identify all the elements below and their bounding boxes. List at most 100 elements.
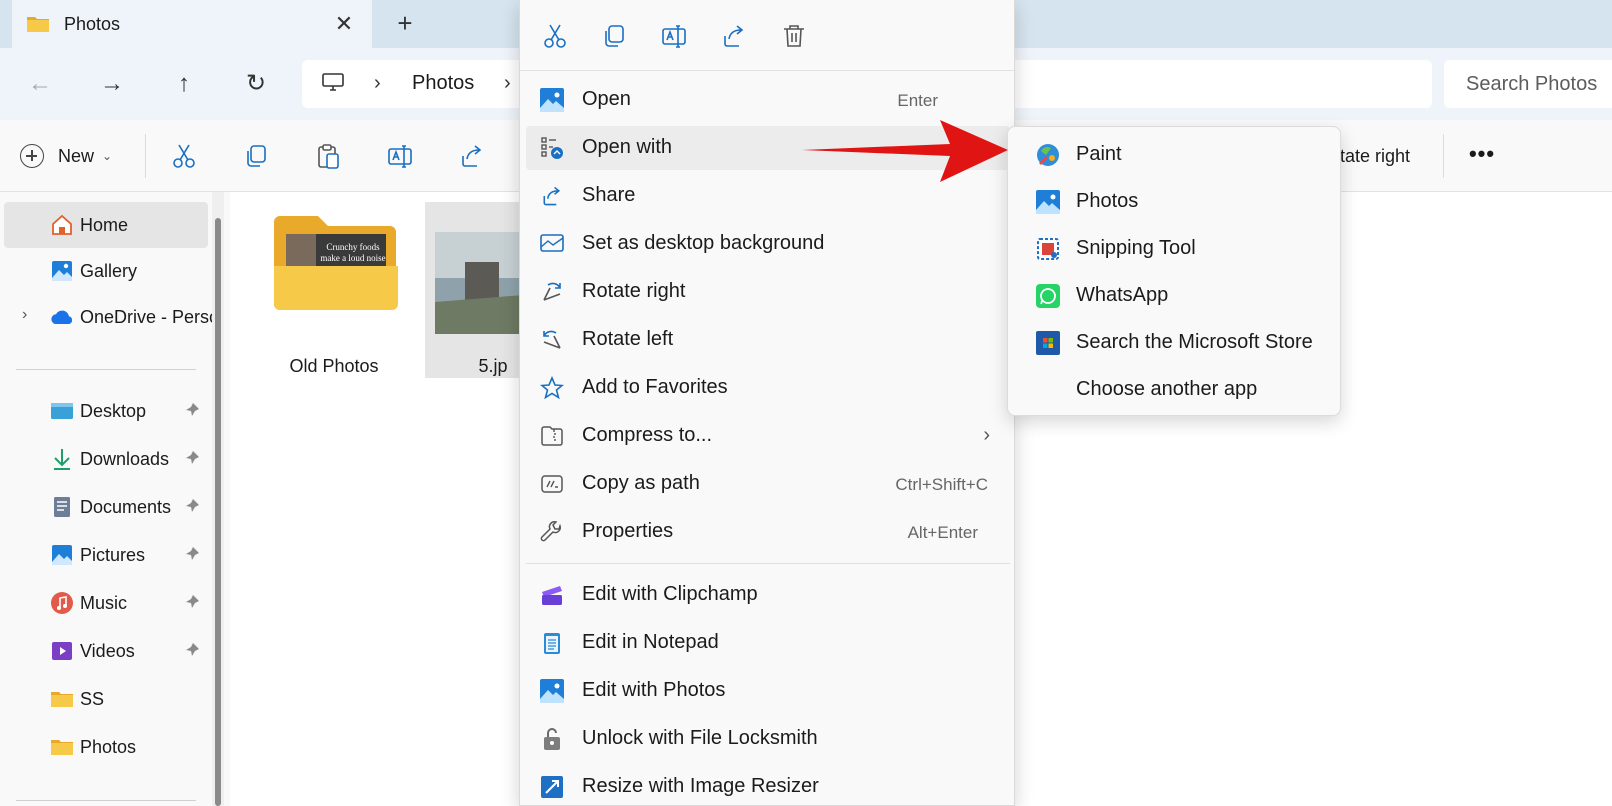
- resize-icon: [541, 776, 563, 798]
- cut-icon[interactable]: [541, 22, 569, 50]
- open-with-whatsapp[interactable]: WhatsApp: [1012, 274, 1336, 318]
- sidebar-item-label: Documents: [80, 497, 172, 517]
- copy-icon[interactable]: [242, 142, 270, 170]
- paste-icon[interactable]: [314, 142, 342, 170]
- menu-item-label: Copy as path: [582, 472, 700, 494]
- submenu-item-label: Search the Microsoft Store: [1076, 331, 1313, 353]
- pin-icon: [186, 595, 199, 608]
- sidebar-item-gallery[interactable]: Gallery: [4, 248, 208, 294]
- menu-item-properties[interactable]: Properties Alt+Enter: [526, 510, 1010, 554]
- new-tab-button[interactable]: +: [391, 10, 419, 38]
- navigation-pane: Home Gallery › OneDrive - Perso Desktop …: [0, 192, 230, 806]
- more-options-button[interactable]: •••: [1464, 140, 1500, 172]
- submenu-item-label: Snipping Tool: [1076, 237, 1196, 259]
- pin-icon: [186, 499, 199, 512]
- sidebar-item-ss[interactable]: SS: [4, 676, 208, 722]
- search-box[interactable]: Search Photos: [1444, 60, 1612, 108]
- sidebar-item-videos[interactable]: Videos: [4, 628, 208, 674]
- lock-icon: [544, 728, 560, 750]
- sidebar-item-photos[interactable]: Photos: [4, 724, 208, 770]
- documents-icon: [54, 497, 70, 517]
- file-item-folder[interactable]: Crunchy foods make a loud noise Old Phot…: [266, 202, 402, 378]
- menu-item-rotate-left[interactable]: Rotate left: [526, 318, 1010, 362]
- divider: [145, 134, 146, 178]
- expand-chevron-icon[interactable]: ›: [22, 306, 27, 324]
- snipping-tool-icon: [1037, 238, 1059, 260]
- new-button[interactable]: New ⌄: [20, 140, 112, 172]
- submenu-item-label: Choose another app: [1076, 378, 1258, 400]
- sidebar-scrollbar[interactable]: [212, 192, 224, 806]
- shortcut-label: Alt+Enter: [907, 523, 978, 542]
- sidebar-divider: [16, 800, 196, 801]
- close-tab-icon[interactable]: ✕: [330, 10, 358, 38]
- sidebar-divider: [16, 369, 196, 370]
- open-with-choose-another-app[interactable]: Choose another app: [1012, 368, 1336, 412]
- menu-item-label: Set as desktop background: [582, 232, 825, 254]
- shortcut-label: Enter: [897, 91, 938, 110]
- menu-item-unlock-with-file-locksmith[interactable]: Unlock with File Locksmith: [526, 717, 1010, 761]
- menu-item-rotate-right[interactable]: Rotate right: [526, 270, 1010, 314]
- sidebar-item-desktop[interactable]: Desktop: [4, 388, 208, 434]
- share-icon[interactable]: [720, 22, 748, 50]
- file-name: Old Photos: [289, 356, 379, 376]
- open-with-snipping-tool[interactable]: Snipping Tool: [1012, 227, 1336, 271]
- star-icon: [540, 376, 564, 400]
- sidebar-item-home[interactable]: Home: [4, 202, 208, 248]
- submenu-item-label: Photos: [1076, 190, 1139, 212]
- store-icon: [1036, 331, 1060, 355]
- sidebar-item-label: Home: [80, 215, 129, 235]
- rotate-right-icon: [543, 282, 561, 301]
- rotate-right-button[interactable]: otate right: [1330, 146, 1410, 167]
- sidebar-item-label: Photos: [80, 737, 137, 757]
- sidebar-item-downloads[interactable]: Downloads: [4, 436, 208, 482]
- sidebar-item-pictures[interactable]: Pictures: [4, 532, 208, 578]
- clipchamp-icon: [542, 586, 562, 605]
- sidebar-item-music[interactable]: Music: [4, 580, 208, 626]
- breadcrumb-photos[interactable]: Photos: [412, 72, 474, 95]
- open-with-paint[interactable]: Paint: [1012, 133, 1336, 177]
- folder-icon: [51, 740, 73, 755]
- copy-icon[interactable]: [600, 22, 628, 50]
- scrollbar-thumb[interactable]: [215, 218, 221, 806]
- tab-title: Photos: [64, 14, 121, 34]
- add-icon: [20, 144, 44, 168]
- menu-item-edit-with-photos[interactable]: Edit with Photos: [526, 669, 1010, 713]
- music-icon: [51, 592, 73, 614]
- videos-icon: [52, 642, 72, 660]
- refresh-button[interactable]: ↻: [236, 64, 276, 104]
- back-button[interactable]: ←: [20, 64, 60, 104]
- menu-item-label: Add to Favorites: [582, 376, 728, 398]
- menu-item-label: Open: [582, 88, 631, 110]
- this-pc-icon: [322, 73, 344, 91]
- folder-icon: [51, 692, 73, 707]
- up-button[interactable]: ↑: [164, 64, 204, 104]
- pin-icon: [186, 403, 199, 416]
- menu-item-edit-in-notepad[interactable]: Edit in Notepad: [526, 621, 1010, 665]
- delete-icon[interactable]: [780, 22, 808, 50]
- share-icon[interactable]: [458, 142, 486, 170]
- folder-thumbnail-icon: [274, 216, 398, 310]
- menu-item-set-desktop-background[interactable]: Set as desktop background: [526, 222, 1010, 266]
- sidebar-item-documents[interactable]: Documents: [4, 484, 208, 530]
- menu-item-resize-with-image-resizer[interactable]: Resize with Image Resizer: [526, 765, 1010, 806]
- rename-icon[interactable]: [386, 142, 414, 170]
- red-annotation-arrow: [802, 120, 1008, 182]
- share-icon: [543, 186, 561, 206]
- pin-icon: [186, 451, 199, 464]
- menu-item-compress-to[interactable]: Compress to... ›: [526, 414, 1010, 458]
- menu-item-edit-with-clipchamp[interactable]: Edit with Clipchamp: [526, 573, 1010, 617]
- tab-photos[interactable]: Photos ✕: [12, 0, 372, 48]
- sidebar-item-onedrive[interactable]: › OneDrive - Perso: [4, 294, 219, 340]
- open-with-photos[interactable]: Photos: [1012, 180, 1336, 224]
- open-with-microsoft-store[interactable]: Search the Microsoft Store: [1012, 321, 1336, 365]
- sidebar-item-label: Videos: [80, 641, 135, 661]
- cut-icon[interactable]: [170, 142, 198, 170]
- context-quick-actions: [520, 0, 1014, 71]
- menu-item-label: Rotate left: [582, 328, 674, 350]
- rename-icon[interactable]: [660, 22, 688, 50]
- menu-item-label: Properties: [582, 520, 674, 542]
- menu-item-add-to-favorites[interactable]: Add to Favorites: [526, 366, 1010, 410]
- menu-item-copy-as-path[interactable]: Copy as path Ctrl+Shift+C: [526, 462, 1010, 506]
- pin-icon: [186, 547, 199, 560]
- forward-button[interactable]: →: [92, 64, 132, 104]
